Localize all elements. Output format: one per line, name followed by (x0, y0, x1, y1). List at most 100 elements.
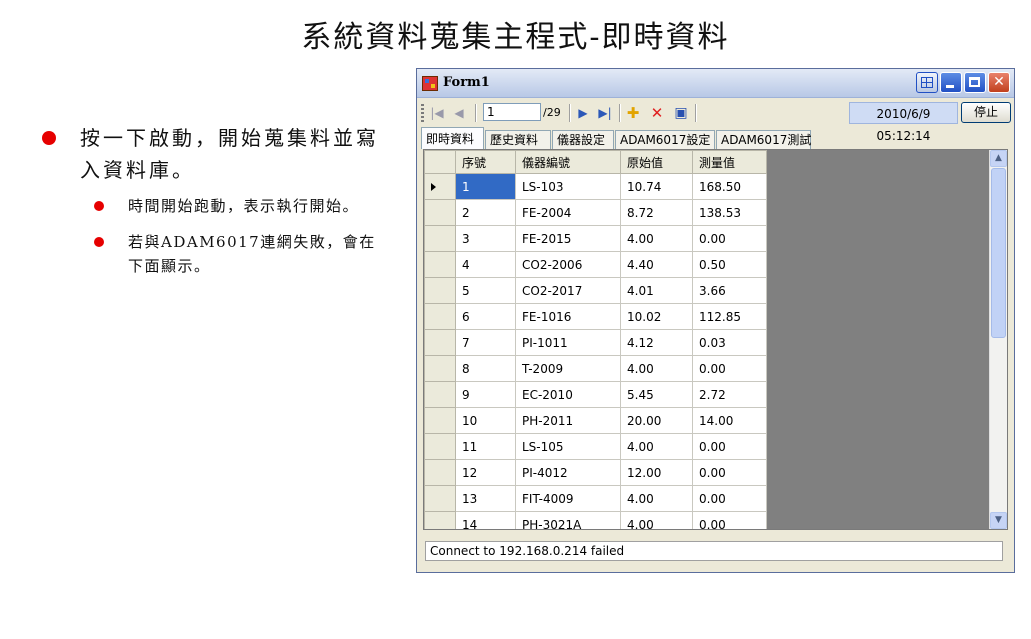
table-cell[interactable]: 4 (455, 251, 516, 278)
table-cell[interactable]: 5.45 (620, 381, 693, 408)
table-row[interactable]: 12 PI-4012 12.00 0.00 (424, 459, 767, 486)
table-cell[interactable]: CO2-2006 (515, 251, 621, 278)
row-header-cell[interactable] (424, 407, 456, 434)
table-cell[interactable]: 138.53 (692, 199, 767, 226)
table-cell[interactable]: 4.40 (620, 251, 693, 278)
row-header-cell[interactable] (424, 225, 456, 252)
scroll-thumb[interactable] (991, 168, 1006, 338)
stop-button[interactable]: 停止 (961, 102, 1011, 123)
table-cell[interactable]: 5 (455, 277, 516, 304)
close-button[interactable]: ✕ (988, 72, 1010, 93)
table-row[interactable]: 4 CO2-2006 4.40 0.50 (424, 251, 767, 278)
table-row[interactable]: 8 T-2009 4.00 0.00 (424, 355, 767, 382)
row-header-cell[interactable] (424, 303, 456, 330)
table-cell[interactable]: 4.00 (620, 511, 693, 529)
table-cell[interactable]: 10 (455, 407, 516, 434)
table-cell[interactable]: 9 (455, 381, 516, 408)
table-cell[interactable]: 2 (455, 199, 516, 226)
table-cell[interactable]: 112.85 (692, 303, 767, 330)
table-cell[interactable]: 20.00 (620, 407, 693, 434)
table-cell[interactable]: 0.00 (692, 355, 767, 382)
vertical-scrollbar[interactable]: ▲ ▼ (989, 150, 1007, 529)
table-cell[interactable]: 10.02 (620, 303, 693, 330)
table-cell[interactable]: 4.00 (620, 225, 693, 252)
scroll-up-icon[interactable]: ▲ (990, 150, 1007, 167)
table-row[interactable]: 5 CO2-2017 4.01 3.66 (424, 277, 767, 304)
table-cell[interactable]: 4.01 (620, 277, 693, 304)
row-header-cell[interactable] (424, 511, 456, 529)
table-row[interactable]: 11 LS-105 4.00 0.00 (424, 433, 767, 460)
table-cell[interactable]: 1 (455, 173, 516, 200)
move-last-icon[interactable]: ▶| (597, 105, 613, 121)
table-row[interactable]: 1 LS-103 10.74 168.50 (424, 173, 767, 200)
table-cell[interactable]: 11 (455, 433, 516, 460)
toolbar-grip-icon[interactable] (421, 104, 424, 122)
table-cell[interactable]: 4.00 (620, 355, 693, 382)
position-input[interactable] (483, 103, 541, 121)
table-cell[interactable]: 168.50 (692, 173, 767, 200)
table-cell[interactable]: 14 (455, 511, 516, 529)
table-cell[interactable]: PI-4012 (515, 459, 621, 486)
title-bar[interactable]: Form1 ✕ (417, 69, 1014, 98)
delete-icon[interactable]: ✕ (649, 105, 665, 121)
table-row[interactable]: 13 FIT-4009 4.00 0.00 (424, 485, 767, 512)
row-header-cell[interactable] (424, 173, 456, 200)
maximize-button[interactable] (964, 72, 986, 93)
row-header-cell[interactable] (424, 199, 456, 226)
table-cell[interactable]: 0.00 (692, 459, 767, 486)
row-header-cell[interactable] (424, 251, 456, 278)
table-cell[interactable]: 0.00 (692, 225, 767, 252)
move-next-icon[interactable]: ▶ (575, 105, 591, 121)
row-header-cell[interactable] (424, 459, 456, 486)
move-previous-icon[interactable]: ◀ (451, 105, 467, 121)
table-cell[interactable]: 10.74 (620, 173, 693, 200)
table-cell[interactable]: 0.50 (692, 251, 767, 278)
table-cell[interactable]: 8.72 (620, 199, 693, 226)
tab-instrument-settings[interactable]: 儀器設定 (552, 130, 614, 149)
tab-realtime[interactable]: 即時資料 (421, 127, 484, 149)
table-cell[interactable]: LS-103 (515, 173, 621, 200)
table-cell[interactable]: FE-2004 (515, 199, 621, 226)
table-row[interactable]: 7 PI-1011 4.12 0.03 (424, 329, 767, 356)
tab-adam6017-test[interactable]: ADAM6017測試 (716, 130, 811, 149)
grid-view-icon[interactable] (916, 72, 938, 93)
table-cell[interactable]: 12 (455, 459, 516, 486)
save-icon[interactable]: ▣ (673, 105, 689, 121)
add-new-icon[interactable]: ✚ (625, 105, 641, 121)
table-cell[interactable]: 4.12 (620, 329, 693, 356)
table-cell[interactable]: CO2-2017 (515, 277, 621, 304)
row-header-cell[interactable] (424, 381, 456, 408)
table-cell[interactable]: 13 (455, 485, 516, 512)
table-cell[interactable]: 0.00 (692, 485, 767, 512)
minimize-button[interactable] (940, 72, 962, 93)
table-cell[interactable]: T-2009 (515, 355, 621, 382)
table-cell[interactable]: PH-3021A (515, 511, 621, 529)
table-cell[interactable]: PH-2011 (515, 407, 621, 434)
table-cell[interactable]: 4.00 (620, 485, 693, 512)
table-row[interactable]: 14 PH-3021A 4.00 0.00 (424, 511, 767, 529)
table-cell[interactable]: 0.00 (692, 433, 767, 460)
table-cell[interactable]: 3 (455, 225, 516, 252)
column-header-seq[interactable]: 序號 (455, 150, 516, 174)
table-cell[interactable]: LS-105 (515, 433, 621, 460)
table-row[interactable]: 2 FE-2004 8.72 138.53 (424, 199, 767, 226)
table-cell[interactable]: FIT-4009 (515, 485, 621, 512)
table-row[interactable]: 3 FE-2015 4.00 0.00 (424, 225, 767, 252)
table-cell[interactable]: 14.00 (692, 407, 767, 434)
table-cell[interactable]: 4.00 (620, 433, 693, 460)
scroll-down-icon[interactable]: ▼ (990, 512, 1007, 529)
table-row[interactable]: 9 EC-2010 5.45 2.72 (424, 381, 767, 408)
row-header-cell[interactable] (424, 329, 456, 356)
table-row[interactable]: 10 PH-2011 20.00 14.00 (424, 407, 767, 434)
column-header-instrument[interactable]: 儀器編號 (515, 150, 621, 174)
table-cell[interactable]: 3.66 (692, 277, 767, 304)
row-header-cell[interactable] (424, 485, 456, 512)
table-cell[interactable]: 7 (455, 329, 516, 356)
column-header-measured[interactable]: 測量值 (692, 150, 767, 174)
table-row[interactable]: 6 FE-1016 10.02 112.85 (424, 303, 767, 330)
row-header-cell[interactable] (424, 277, 456, 304)
table-cell[interactable]: EC-2010 (515, 381, 621, 408)
table-cell[interactable]: 0.03 (692, 329, 767, 356)
table-cell[interactable]: 6 (455, 303, 516, 330)
table-cell[interactable]: FE-2015 (515, 225, 621, 252)
